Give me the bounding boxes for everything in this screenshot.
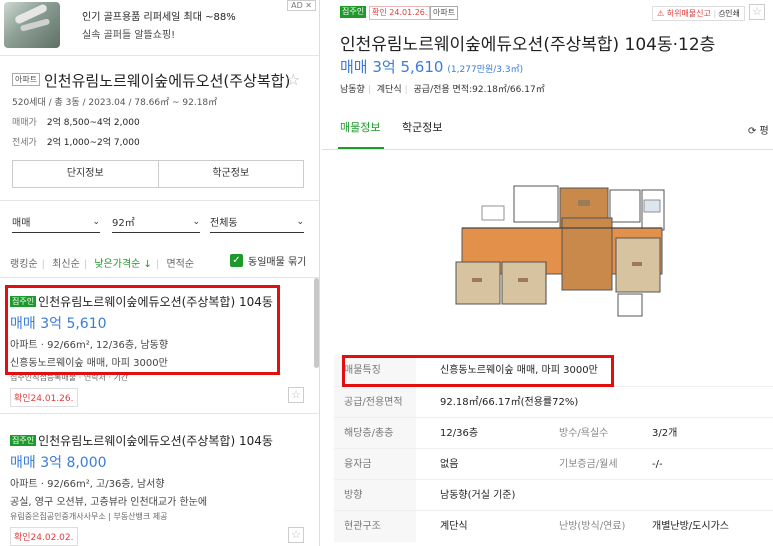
report-button[interactable]: ⚠ 허위매물신고 | ⎙인쇄 bbox=[652, 6, 745, 21]
row-label: 방향 bbox=[334, 480, 416, 511]
row-label: 융자금 bbox=[334, 449, 416, 480]
listing-card[interactable]: 집주인 인천유림노르웨이숲에듀오션(주상복합) 104동 매매 3억 8,000 … bbox=[10, 432, 310, 546]
detail-panel: 집주인 확인 24.01.26. 아파트 ⚠ 허위매물신고 | ⎙인쇄 ☆ 인천… bbox=[322, 0, 773, 546]
sale-price-label: 매매가 bbox=[12, 118, 37, 128]
detail-row: 방향 남동향(거실 기준) bbox=[334, 479, 773, 511]
active-tab-indicator bbox=[338, 147, 384, 149]
listing-agent: 유림중은집공인중개사사무소 | 부동산뱅크 제공 bbox=[10, 512, 168, 521]
ad-close-button[interactable]: AD ✕ bbox=[287, 0, 316, 11]
highlight-box bbox=[5, 285, 280, 375]
checkbox-checked-icon[interactable]: ✓ bbox=[230, 254, 243, 267]
trade-type-select[interactable]: 매매 ⌄ bbox=[12, 211, 100, 233]
row-value-secondary: 개별난방/도시가스 bbox=[652, 521, 729, 532]
row-label: 현관구조 bbox=[334, 511, 416, 542]
rent-price-label: 전세가 bbox=[12, 138, 37, 148]
detail-price: 매매 3억 5,610 (1,277만원/3.3㎡) bbox=[340, 58, 524, 76]
sale-price-row: 매매가 2억 8,500~4억 2,000 bbox=[12, 115, 140, 128]
row-label: 해당층/총층 bbox=[334, 418, 416, 449]
area-value: 92㎡ bbox=[112, 218, 135, 229]
row-label: 공급/전용면적 bbox=[334, 387, 416, 418]
row-value-secondary: 3/2개 bbox=[652, 428, 678, 439]
detail-tabs: 매물정보 학군정보 bbox=[322, 108, 773, 150]
row-value-secondary: -/- bbox=[652, 459, 663, 470]
school-info-button[interactable]: 학군정보 bbox=[157, 161, 304, 187]
detail-row: 공급/전용면적 92.18㎡/66.17㎡(전용률72%) bbox=[334, 386, 773, 418]
owner-badge: 집주인 bbox=[340, 6, 367, 18]
print-label[interactable]: 인쇄 bbox=[725, 9, 740, 18]
property-type-tag: 아파트 bbox=[430, 6, 459, 20]
tab-listing-info[interactable]: 매물정보 bbox=[340, 119, 380, 135]
row-value: 12/36층 bbox=[440, 428, 479, 439]
listing-favorite-star-icon[interactable]: ☆ bbox=[288, 387, 304, 403]
listing-favorite-star-icon[interactable]: ☆ bbox=[288, 527, 304, 543]
tab-school-info[interactable]: 학군정보 bbox=[402, 119, 442, 135]
building-value: 전체동 bbox=[210, 218, 238, 229]
sale-price-range: 2억 8,500~4억 2,000 bbox=[46, 118, 140, 128]
detail-row: 해당층/총층 12/36층 방수/욕실수 3/2개 bbox=[334, 417, 773, 449]
sort-options: 랭킹순 | 최신순 | 낮은가격순 ↓ | 면적순 bbox=[10, 259, 195, 270]
complex-title: 인천유림노르웨이숲에듀오션(주상복합) bbox=[44, 72, 291, 90]
row-value: 없음 bbox=[440, 459, 459, 470]
area-select[interactable]: 92㎡ ⌄ bbox=[112, 211, 200, 233]
trade-type-value: 매매 bbox=[12, 218, 31, 229]
detail-row: 융자금 없음 기보증금/월세 -/- bbox=[334, 448, 773, 480]
favorite-star-icon[interactable]: ☆ bbox=[749, 4, 765, 20]
sort-lowest-price[interactable]: 낮은가격순 ↓ bbox=[94, 259, 152, 270]
row-value: 계단식 bbox=[440, 521, 468, 532]
ad-subtitle: 실속 골퍼들 알뜰쇼핑! bbox=[82, 30, 176, 41]
chevron-down-icon: ⌄ bbox=[296, 216, 304, 227]
report-icon: ⚠ bbox=[657, 9, 667, 18]
sort-ranking[interactable]: 랭킹순 bbox=[10, 259, 38, 270]
listing-price: 매매 3억 8,000 bbox=[10, 455, 107, 471]
confirm-date-badge: 확인24.01.26. bbox=[10, 388, 78, 407]
detail-title: 인천유림노르웨이숲에듀오션(주상복합) 104동·12층 bbox=[340, 35, 716, 55]
report-label: 허위매물신고 bbox=[666, 9, 711, 18]
detail-summary: 남동향 | 계단식 | 공급/전용 면적:92.18㎡/66.17㎡ bbox=[340, 85, 545, 95]
complex-info: 520세대 / 총 3동 / 2023.04 / 78.66㎡ ~ 92.18㎡ bbox=[12, 98, 218, 108]
highlight-box bbox=[342, 355, 614, 387]
detail-row: 현관구조 계단식 난방(방식/연료) 개별난방/도시가스 bbox=[334, 510, 773, 542]
list-scrollbar[interactable] bbox=[314, 278, 319, 368]
rent-price-range: 2억 1,000~2억 7,000 bbox=[46, 138, 140, 148]
listing-panel: 인기 골프용품 리퍼세일 최대 ~88% 실속 골퍼들 알뜰쇼핑! AD ✕ 아… bbox=[0, 0, 320, 546]
row-label-secondary: 기보증금/월세 bbox=[559, 459, 618, 470]
sort-newest[interactable]: 최신순 bbox=[52, 259, 80, 270]
confirm-date-badge: 확인24.02.02. bbox=[10, 527, 78, 546]
row-value: 92.18㎡/66.17㎡(전용률72%) bbox=[440, 397, 579, 408]
complex-type-tag: 아파트 bbox=[12, 73, 41, 86]
listing-spec: 아파트 · 92/66m², 고/36층, 남서향 bbox=[10, 479, 165, 490]
listing-title: 집주인 인천유림노르웨이숲에듀오션(주상복합) 104동 bbox=[10, 434, 273, 448]
rent-price-row: 전세가 2억 1,000~2억 7,000 bbox=[12, 135, 140, 148]
complex-info-button[interactable]: 단지정보 bbox=[13, 161, 158, 187]
ad-title: 인기 골프용품 리퍼세일 최대 ~88% bbox=[82, 12, 236, 23]
area-toggle-button[interactable]: ⟳ 평 bbox=[748, 122, 769, 137]
ad-thumbnail bbox=[4, 2, 60, 48]
ad-banner[interactable]: 인기 골프용품 리퍼세일 최대 ~88% 실속 골퍼들 알뜰쇼핑! AD ✕ bbox=[0, 0, 319, 56]
same-listing-label: 동일매물 묶기 bbox=[248, 257, 307, 268]
chevron-down-icon: ⌄ bbox=[92, 216, 100, 227]
price-per-area: (1,277만원/3.3㎡) bbox=[447, 65, 524, 75]
building-select[interactable]: 전체동 ⌄ bbox=[210, 211, 304, 233]
floor-plan-image bbox=[442, 178, 672, 323]
sort-area[interactable]: 면적순 bbox=[166, 259, 194, 270]
chevron-down-icon: ⌄ bbox=[192, 216, 200, 227]
same-listing-toggle[interactable]: ✓ 동일매물 묶기 bbox=[230, 253, 306, 268]
row-value: 남동향(거실 기준) bbox=[440, 490, 516, 501]
row-label-secondary: 난방(방식/연료) bbox=[559, 521, 626, 532]
row-label-secondary: 방수/욕실수 bbox=[559, 428, 609, 439]
confirm-date-badge: 확인 24.01.26. bbox=[369, 6, 431, 20]
listing-description: 공실, 영구 오션뷰, 고층뷰라 인천대교가 한눈에 bbox=[10, 497, 208, 508]
complex-info-buttons: 단지정보 학군정보 bbox=[12, 160, 304, 188]
favorite-star-icon[interactable]: ☆ bbox=[286, 70, 300, 89]
owner-badge: 집주인 bbox=[10, 435, 37, 446]
